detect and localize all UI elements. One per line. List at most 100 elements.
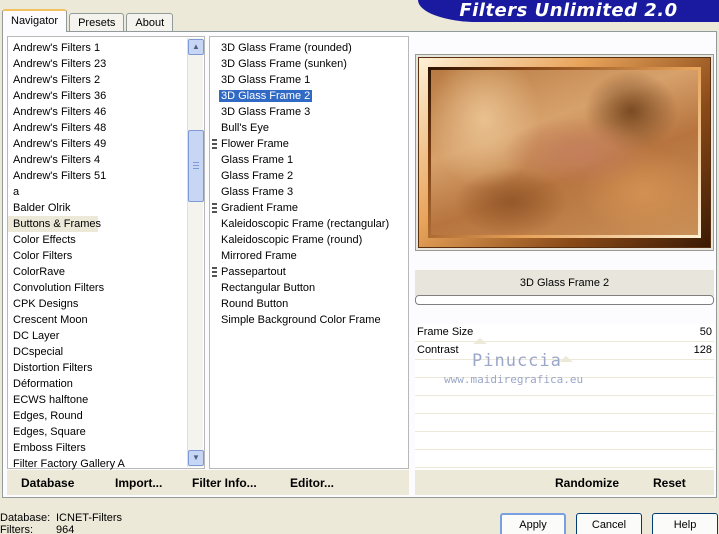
filter-item-label: 3D Glass Frame (rounded) bbox=[221, 42, 352, 54]
filter-item[interactable]: Flower Frame bbox=[210, 136, 408, 152]
filter-item-label: Mirrored Frame bbox=[221, 250, 297, 262]
left-button-bar: Database Import... Filter Info... Editor… bbox=[7, 470, 409, 495]
filter-item[interactable]: Simple Background Color Frame bbox=[210, 312, 408, 328]
grip-line bbox=[193, 165, 199, 166]
filter-item[interactable]: 3D Glass Frame (rounded) bbox=[210, 40, 408, 56]
filter-item[interactable]: Gradient Frame bbox=[210, 200, 408, 216]
category-scrollbar[interactable]: ▲ ▼ bbox=[187, 38, 204, 467]
filter-item-label: 3D Glass Frame 1 bbox=[221, 74, 311, 86]
apply-button[interactable]: Apply bbox=[500, 513, 566, 534]
filter-item[interactable]: Glass Frame 1 bbox=[210, 152, 408, 168]
chevron-up-icon: ▲ bbox=[192, 42, 200, 51]
filter-item[interactable]: 3D Glass Frame 3 bbox=[210, 104, 408, 120]
help-button[interactable]: Help bbox=[652, 513, 718, 534]
filter-item[interactable]: 3D Glass Frame 1 bbox=[210, 72, 408, 88]
tab-about[interactable]: About bbox=[126, 13, 174, 32]
category-item[interactable]: Andrew's Filters 2 bbox=[8, 72, 188, 88]
filter-item-label: Passepartout bbox=[221, 266, 286, 278]
filter-item-label: 3D Glass Frame 2 bbox=[219, 90, 313, 102]
status-database-label: Database: bbox=[0, 512, 51, 524]
filter-list[interactable]: 3D Glass Frame (rounded) 3D Glass Frame (… bbox=[209, 36, 409, 469]
category-item[interactable]: Edges, Round bbox=[8, 408, 188, 424]
status-filters-value: 964 bbox=[56, 524, 75, 534]
param-frame-size[interactable]: Frame Size 50 bbox=[415, 324, 714, 344]
category-item[interactable]: Color Effects bbox=[8, 232, 188, 248]
navigator-panel: Andrew's Filters 1 Andrew's Filters 23 And… bbox=[2, 31, 717, 498]
category-item[interactable]: Andrew's Filters 46 bbox=[8, 104, 188, 120]
category-item[interactable]: Andrew's Filters 48 bbox=[8, 120, 188, 136]
status-database-value: ICNET-Filters bbox=[56, 512, 122, 524]
category-item[interactable]: Color Filters bbox=[8, 248, 188, 264]
randomize-button[interactable]: Randomize bbox=[555, 476, 619, 490]
category-item[interactable]: Edges, Square bbox=[8, 424, 188, 440]
category-item[interactable]: a bbox=[8, 184, 188, 200]
filter-item-label: 3D Glass Frame 3 bbox=[221, 106, 311, 118]
cancel-button[interactable]: Cancel bbox=[576, 513, 642, 534]
watermark-url: www.maidiregrafica.eu bbox=[444, 373, 584, 386]
preset-marker-icon bbox=[212, 203, 217, 213]
preview-frame bbox=[418, 57, 711, 248]
tab-presets[interactable]: Presets bbox=[69, 13, 125, 32]
filter-item[interactable]: Glass Frame 2 bbox=[210, 168, 408, 184]
parameter-list: Frame Size 50 Contrast 128 bbox=[415, 324, 714, 471]
preset-marker-icon bbox=[212, 267, 217, 277]
filter-item[interactable]: 3D Glass Frame 2 bbox=[210, 88, 408, 104]
grip-line bbox=[193, 162, 199, 163]
category-item[interactable]: DC Layer bbox=[8, 328, 188, 344]
right-button-bar: Randomize Reset bbox=[415, 470, 714, 495]
category-item[interactable]: CPK Designs bbox=[8, 296, 188, 312]
filter-item[interactable]: Kaleidoscopic Frame (round) bbox=[210, 232, 408, 248]
filter-item[interactable]: Mirrored Frame bbox=[210, 248, 408, 264]
category-list[interactable]: Andrew's Filters 1 Andrew's Filters 23 And… bbox=[7, 36, 205, 470]
filter-item[interactable]: Glass Frame 3 bbox=[210, 184, 408, 200]
filter-info-button[interactable]: Filter Info... bbox=[192, 476, 257, 490]
category-item[interactable]: Crescent Moon bbox=[8, 312, 188, 328]
category-item[interactable]: Andrew's Filters 23 bbox=[8, 56, 188, 72]
preset-marker-icon bbox=[212, 139, 217, 149]
import-button[interactable]: Import... bbox=[115, 476, 162, 490]
watermark-name: Pinuccia bbox=[472, 351, 562, 371]
filter-item-label: Kaleidoscopic Frame (rectangular) bbox=[221, 218, 390, 230]
filter-item-label: Gradient Frame bbox=[221, 202, 299, 214]
filter-item[interactable]: Passepartout bbox=[210, 264, 408, 280]
filter-item[interactable]: 3D Glass Frame (sunken) bbox=[210, 56, 408, 72]
category-item[interactable]: Déformation bbox=[8, 376, 188, 392]
category-item[interactable]: DCspecial bbox=[8, 344, 188, 360]
tab-navigator[interactable]: Navigator bbox=[2, 9, 68, 32]
editor-button[interactable]: Editor... bbox=[290, 476, 334, 490]
filter-item[interactable]: Kaleidoscopic Frame (rectangular) bbox=[210, 216, 408, 232]
category-item[interactable]: Emboss Filters bbox=[8, 440, 188, 456]
category-item[interactable]: Andrew's Filters 1 bbox=[8, 40, 188, 56]
category-item[interactable]: Convolution Filters bbox=[8, 280, 188, 296]
filter-item-label: Simple Background Color Frame bbox=[221, 314, 381, 326]
param-label: Frame Size bbox=[417, 326, 474, 338]
filter-items: 3D Glass Frame (rounded) 3D Glass Frame (… bbox=[210, 40, 408, 328]
param-empty bbox=[415, 450, 714, 468]
param-contrast[interactable]: Contrast 128 bbox=[415, 342, 714, 362]
category-item[interactable]: ECWS halftone bbox=[8, 392, 188, 408]
database-button[interactable]: Database bbox=[21, 476, 74, 490]
filter-item-label: Bull's Eye bbox=[221, 122, 269, 134]
scroll-down-button[interactable]: ▼ bbox=[188, 450, 204, 466]
app-title: Filters Unlimited 2.0 bbox=[459, 0, 678, 21]
filter-item[interactable]: Rectangular Button bbox=[210, 280, 408, 296]
status-area: Database: ICNET-Filters Filters: 964 bbox=[0, 512, 122, 534]
category-item[interactable]: Buttons & Frames bbox=[8, 216, 101, 232]
category-item[interactable]: Andrew's Filters 51 bbox=[8, 168, 188, 184]
category-item[interactable]: Andrew's Filters 4 bbox=[8, 152, 188, 168]
category-item[interactable]: Andrew's Filters 36 bbox=[8, 88, 188, 104]
filter-item[interactable]: Round Button bbox=[210, 296, 408, 312]
filter-item[interactable]: Bull's Eye bbox=[210, 120, 408, 136]
preview-frame-inner bbox=[428, 67, 701, 238]
scroll-up-button[interactable]: ▲ bbox=[188, 39, 204, 55]
param-value: 50 bbox=[699, 326, 712, 338]
filter-item-label: Kaleidoscopic Frame (round) bbox=[221, 234, 363, 246]
category-item[interactable]: Balder Olrik bbox=[8, 200, 188, 216]
reset-button[interactable]: Reset bbox=[653, 476, 686, 490]
category-item[interactable]: ColorRave bbox=[8, 264, 188, 280]
scroll-thumb[interactable] bbox=[188, 130, 204, 202]
status-filters-label: Filters: bbox=[0, 524, 33, 534]
brand-banner: Filters Unlimited 2.0 bbox=[418, 0, 719, 22]
category-item[interactable]: Distortion Filters bbox=[8, 360, 188, 376]
category-item[interactable]: Andrew's Filters 49 bbox=[8, 136, 188, 152]
